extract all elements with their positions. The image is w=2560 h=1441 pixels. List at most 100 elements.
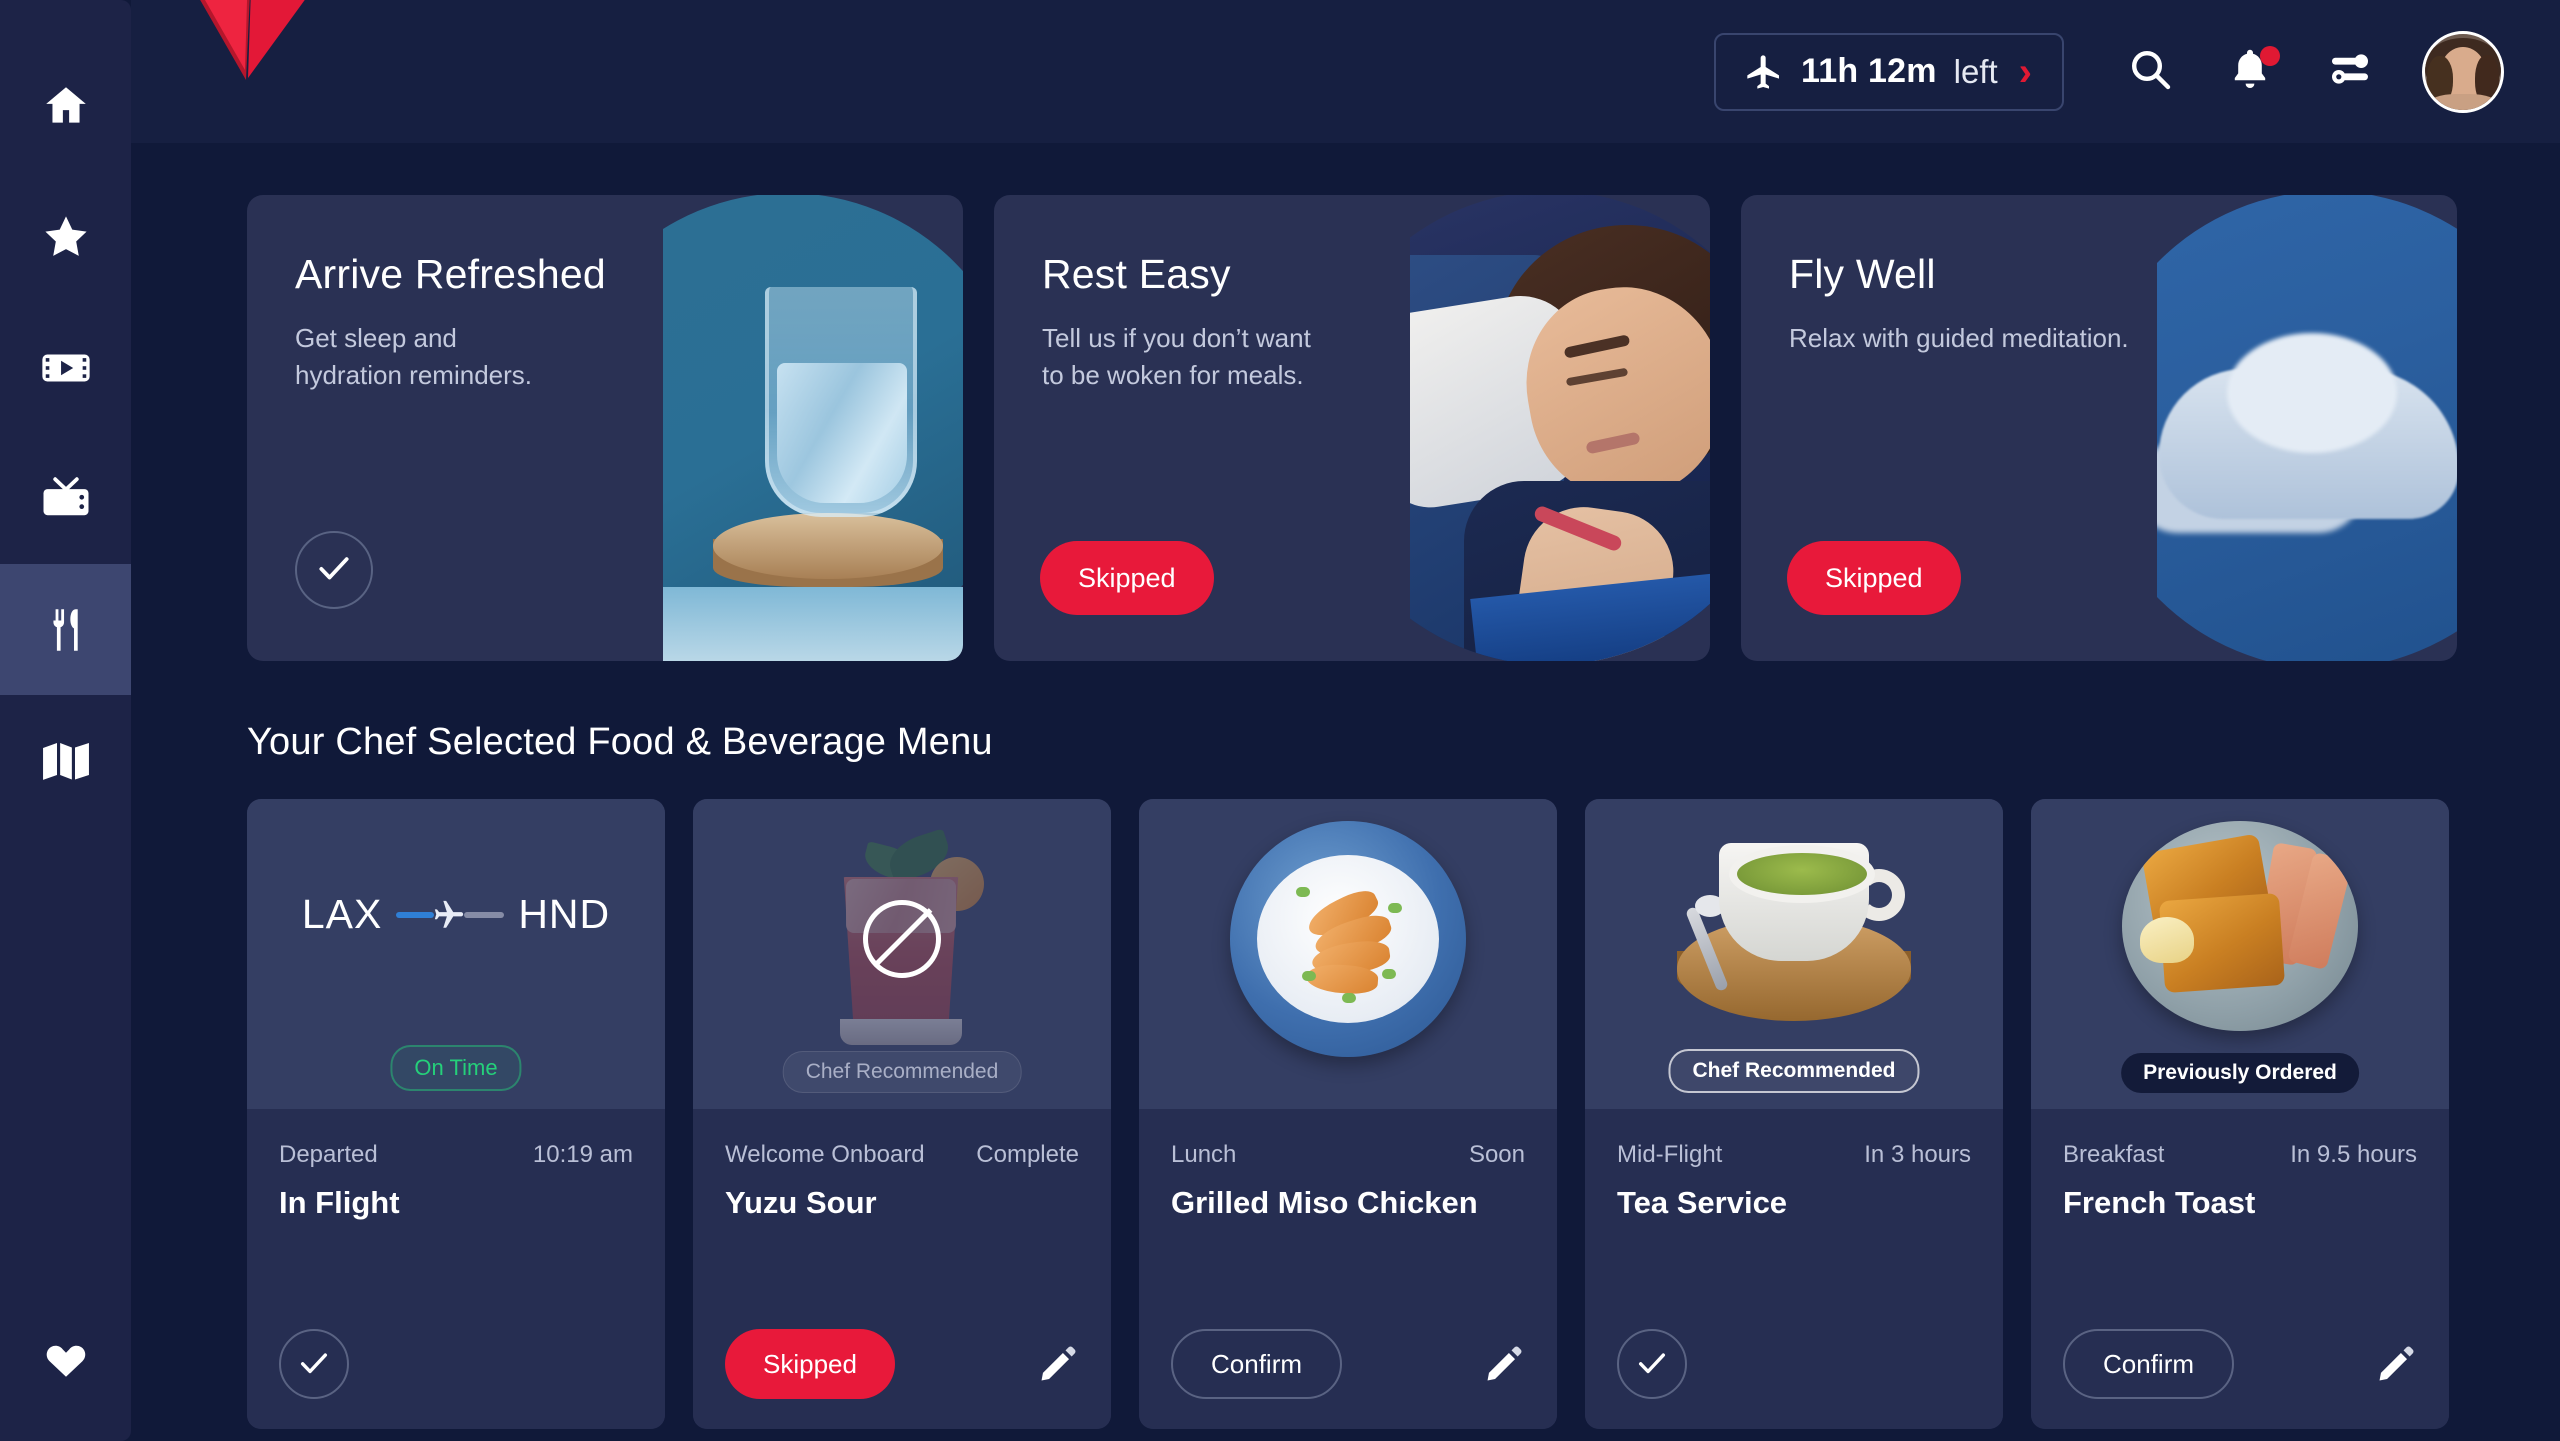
yuzu-sour-body: Welcome Onboard Complete Yuzu Sour Skipp… <box>693 1109 1111 1429</box>
no-symbol-icon <box>863 900 941 978</box>
french-toast-image-panel: Previously Ordered <box>2031 799 2449 1109</box>
menu-card-label: Mid-Flight <box>1617 1141 1723 1168</box>
sidebar-item-wishlist[interactable] <box>0 1336 131 1389</box>
check-icon <box>1635 1346 1669 1383</box>
menu-confirm-button[interactable]: Confirm <box>1171 1329 1343 1399</box>
check-icon <box>315 549 353 592</box>
wellness-check-button[interactable] <box>295 531 373 609</box>
menu-check-button[interactable] <box>279 1329 349 1399</box>
menu-card-name: French Toast <box>2063 1185 2256 1220</box>
grilled-miso-chicken-image-panel <box>1139 799 1557 1109</box>
wellness-card-subtitle: Tell us if you don’t want to be woken fo… <box>1042 323 1311 390</box>
menu-card-yuzu-sour[interactable]: Chef Recommended Welcome Onboard Complet… <box>693 799 1111 1429</box>
user-avatar[interactable] <box>2422 30 2504 113</box>
edit-pencil-icon[interactable] <box>1483 1343 1525 1385</box>
water-glass-art <box>663 195 963 661</box>
wellness-card-subtitle: Get sleep and hydration reminders. <box>295 323 532 390</box>
header-actions: 11h 12m left › <box>1714 0 2504 143</box>
chef-recommended-badge: Chef Recommended <box>1668 1049 1920 1093</box>
star-icon <box>40 211 92 263</box>
menu-section-title: Your Chef Selected Food & Beverage Menu <box>247 721 993 763</box>
menu-card-flight-status[interactable]: LAX HND On Time Departed 10:19 am In Fli… <box>247 799 665 1429</box>
sidebar-item-tv[interactable] <box>0 433 131 564</box>
sidebar-item-favorites[interactable] <box>0 171 131 302</box>
tea-cup-art <box>1669 821 1919 1041</box>
wellness-cards-row: Arrive Refreshed Get sleep and hydration… <box>247 195 2457 661</box>
menu-card-when: In 9.5 hours <box>2290 1141 2417 1168</box>
menu-card-name: In Flight <box>279 1185 400 1220</box>
film-icon <box>39 341 93 395</box>
wellness-skipped-button[interactable]: Skipped <box>1040 541 1214 615</box>
status-badge: On Time <box>390 1045 522 1091</box>
settings-button[interactable] <box>2300 22 2400 122</box>
menu-card-when: In 3 hours <box>1864 1141 1971 1168</box>
flight-route: LAX HND <box>247 891 665 938</box>
sidebar <box>0 0 131 1441</box>
menu-card-when: Soon <box>1468 1141 1525 1168</box>
content-area: 11h 12m left › Arrive Refreshed Get slee… <box>131 0 2560 1441</box>
airplane-icon <box>1744 52 1784 92</box>
flight-time-suffix: left <box>1953 52 1998 90</box>
edit-pencil-icon[interactable] <box>1037 1343 1079 1385</box>
menu-card-label: Lunch <box>1171 1141 1237 1168</box>
menu-cards-row: LAX HND On Time Departed 10:19 am In Fli… <box>247 799 2449 1429</box>
sleeping-passenger-art <box>1410 195 1710 661</box>
notifications-button[interactable] <box>2200 22 2300 122</box>
sky-cloud-art <box>2157 195 2457 661</box>
wellness-card-rest-easy[interactable]: Rest Easy Tell us if you don’t want to b… <box>994 195 1710 661</box>
menu-card-label: Welcome Onboard <box>725 1141 925 1168</box>
chevron-right-icon: › <box>2018 49 2032 94</box>
tv-icon <box>39 472 93 526</box>
cutlery-icon <box>40 604 92 656</box>
yuzu-sour-image-panel: Chef Recommended <box>693 799 1111 1109</box>
delta-logo <box>153 0 333 128</box>
route-progress <box>396 898 505 932</box>
menu-card-when: 10:19 am <box>532 1141 633 1168</box>
notification-badge <box>2260 45 2280 66</box>
menu-card-when: Complete <box>976 1141 1079 1168</box>
search-button[interactable] <box>2100 22 2200 122</box>
heart-icon <box>42 1336 90 1389</box>
menu-check-button[interactable] <box>1617 1329 1687 1399</box>
sidebar-items <box>0 40 131 826</box>
menu-card-label: Departed <box>279 1141 378 1168</box>
wellness-card-title: Fly Well <box>1789 251 1936 297</box>
menu-skipped-button[interactable]: Skipped <box>725 1329 895 1399</box>
menu-card-name: Tea Service <box>1617 1185 1788 1220</box>
route-origin: LAX <box>301 891 383 937</box>
menu-confirm-button[interactable]: Confirm <box>2063 1329 2235 1399</box>
app-root: 11h 12m left › Arrive Refreshed Get slee… <box>0 0 2560 1441</box>
menu-card-tea-service[interactable]: Chef Recommended Mid-Flight In 3 hours T… <box>1585 799 2003 1429</box>
main-content: Arrive Refreshed Get sleep and hydration… <box>131 143 2560 1441</box>
chef-recommended-badge: Chef Recommended <box>782 1051 1022 1093</box>
grilled-miso-chicken-body: Lunch Soon Grilled Miso Chicken Confirm <box>1139 1109 1557 1429</box>
flight-route-panel: LAX HND On Time <box>247 799 665 1109</box>
search-icon <box>2126 45 2174 98</box>
wellness-skipped-button[interactable]: Skipped <box>1787 541 1961 615</box>
previously-ordered-badge: Previously Ordered <box>2121 1053 2359 1093</box>
app-header: 11h 12m left › <box>131 0 2560 143</box>
chicken-rice-bowl-art <box>1230 821 1466 1057</box>
tea-service-image-panel: Chef Recommended <box>1585 799 2003 1109</box>
wellness-card-title: Rest Easy <box>1042 251 1231 297</box>
flight-card-body: Departed 10:19 am In Flight <box>247 1109 665 1429</box>
sidebar-item-food-beverage[interactable] <box>0 564 131 695</box>
wellness-card-arrive-refreshed[interactable]: Arrive Refreshed Get sleep and hydration… <box>247 195 963 661</box>
sidebar-item-movies[interactable] <box>0 302 131 433</box>
edit-pencil-icon[interactable] <box>2375 1343 2417 1385</box>
menu-card-grilled-miso-chicken[interactable]: Lunch Soon Grilled Miso Chicken Confirm <box>1139 799 1557 1429</box>
menu-card-french-toast[interactable]: Previously Ordered Breakfast In 9.5 hour… <box>2031 799 2449 1429</box>
menu-card-name: Yuzu Sour <box>725 1185 877 1220</box>
tea-service-body: Mid-Flight In 3 hours Tea Service <box>1585 1109 2003 1429</box>
sidebar-item-home[interactable] <box>0 40 131 171</box>
check-icon <box>297 1346 331 1383</box>
sliders-icon <box>2326 45 2374 98</box>
map-icon <box>39 734 93 788</box>
menu-card-name: Grilled Miso Chicken <box>1171 1185 1478 1220</box>
flight-status-button[interactable]: 11h 12m left › <box>1714 32 2064 111</box>
wellness-card-fly-well[interactable]: Fly Well Relax with guided meditation. S… <box>1741 195 2457 661</box>
route-airplane-icon <box>432 898 466 932</box>
wellness-card-title: Arrive Refreshed <box>295 251 606 297</box>
wellness-card-subtitle: Relax with guided meditation. <box>1789 323 2129 353</box>
sidebar-item-flight-map[interactable] <box>0 695 131 826</box>
